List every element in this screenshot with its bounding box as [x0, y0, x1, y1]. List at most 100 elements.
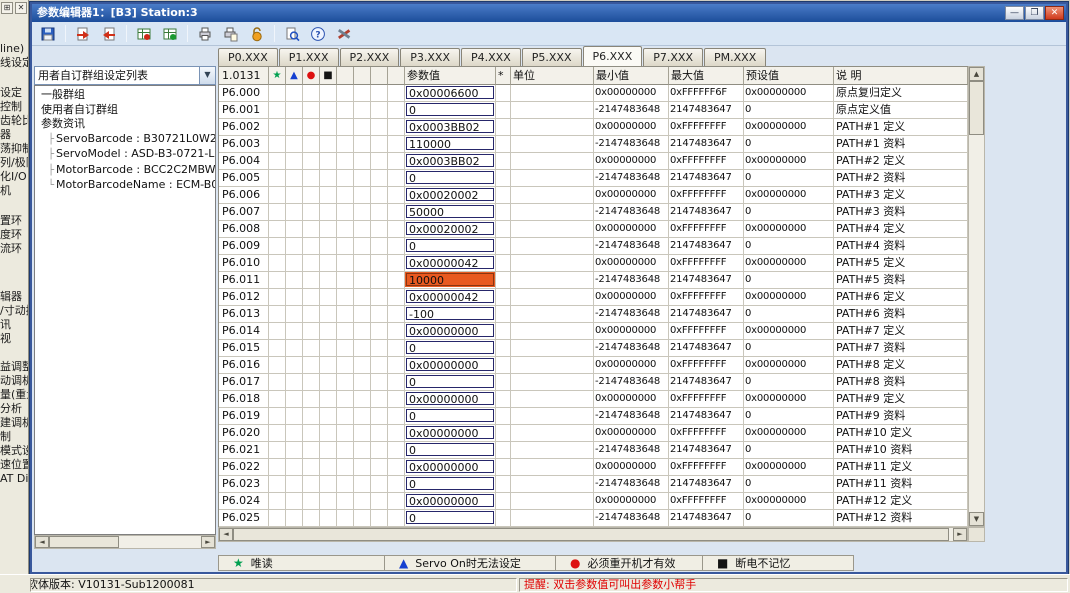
tab-p0.xxx[interactable]: P0.XXX: [218, 48, 278, 66]
param-value-input[interactable]: -100: [406, 307, 494, 320]
scrollbar-thumb[interactable]: [969, 81, 984, 135]
param-value-input[interactable]: 0: [406, 239, 494, 252]
tree-item[interactable]: ├MotorBarcode : BCC2C2MBW: [35, 163, 215, 179]
print-preview-icon[interactable]: [219, 23, 243, 44]
nav-item-fragment[interactable]: 度环: [0, 228, 28, 242]
tab-p1.xxx[interactable]: P1.XXX: [279, 48, 339, 66]
nav-item-fragment[interactable]: 视: [0, 332, 28, 346]
param-value-input[interactable]: 0x00000042: [406, 290, 494, 303]
nav-item-fragment[interactable]: 量(重量: [0, 388, 28, 402]
read-from-servo-icon[interactable]: [71, 23, 95, 44]
param-id-cell[interactable]: P6.002: [219, 119, 269, 136]
nav-item-fragment[interactable]: 分析: [0, 402, 28, 416]
tab-pm.xxx[interactable]: PM.XXX: [704, 48, 766, 66]
tab-p4.xxx[interactable]: P4.XXX: [461, 48, 521, 66]
scroll-left-icon[interactable]: ◄: [35, 536, 49, 548]
chevron-down-icon[interactable]: ▼: [199, 67, 215, 84]
nav-item-fragment[interactable]: 速位置控: [0, 458, 28, 472]
minimize-button[interactable]: —: [1005, 6, 1024, 20]
scroll-up-icon[interactable]: ▲: [969, 67, 984, 81]
param-id-cell[interactable]: P6.020: [219, 425, 269, 442]
tab-p7.xxx[interactable]: P7.XXX: [643, 48, 703, 66]
scrollbar-thumb[interactable]: [233, 528, 949, 541]
param-id-cell[interactable]: P6.005: [219, 170, 269, 187]
param-value-input[interactable]: 0x00020002: [406, 188, 494, 201]
param-value-input[interactable]: 0: [406, 409, 494, 422]
panel-close-icon[interactable]: ✕: [15, 2, 27, 14]
param-id-cell[interactable]: P6.016: [219, 357, 269, 374]
nav-item-fragment[interactable]: 控制: [0, 100, 28, 114]
nav-item-fragment[interactable]: /寸动控: [0, 304, 28, 318]
table-horizontal-scrollbar[interactable]: ◄ ►: [218, 527, 968, 542]
table-edit-green-icon[interactable]: [158, 23, 182, 44]
param-value-input[interactable]: 0: [406, 477, 494, 490]
nav-item-fragment[interactable]: 荡抑制: [0, 142, 28, 156]
param-value-input[interactable]: 0x00000000: [406, 426, 494, 439]
param-id-cell[interactable]: P6.011: [219, 272, 269, 289]
param-value-input[interactable]: 0x00000042: [406, 256, 494, 269]
param-id-cell[interactable]: P6.009: [219, 238, 269, 255]
scroll-right-icon[interactable]: ►: [953, 528, 967, 541]
param-value-input[interactable]: 0: [406, 341, 494, 354]
param-id-cell[interactable]: P6.014: [219, 323, 269, 340]
tree-item[interactable]: 参数资讯: [35, 117, 215, 132]
nav-item-fragment[interactable]: 动调机: [0, 374, 28, 388]
param-value-input[interactable]: 0x00000000: [406, 324, 494, 337]
find-document-icon[interactable]: [280, 23, 304, 44]
param-id-cell[interactable]: P6.000: [219, 85, 269, 102]
param-id-cell[interactable]: P6.018: [219, 391, 269, 408]
tab-p3.xxx[interactable]: P3.XXX: [400, 48, 460, 66]
panel-pin-icon[interactable]: ⊞: [1, 2, 13, 14]
param-id-cell[interactable]: P6.022: [219, 459, 269, 476]
param-id-cell[interactable]: P6.007: [219, 204, 269, 221]
tab-p5.xxx[interactable]: P5.XXX: [522, 48, 582, 66]
param-id-cell[interactable]: P6.012: [219, 289, 269, 306]
param-value-input[interactable]: 0: [406, 103, 494, 116]
tree-item[interactable]: ├ServoModel : ASD-B3-0721-L: [35, 147, 215, 163]
nav-item-fragment[interactable]: 益调整: [0, 360, 28, 374]
tree-item[interactable]: 使用者自订群组: [35, 103, 215, 118]
scrollbar-track[interactable]: [119, 536, 201, 548]
param-id-cell[interactable]: P6.003: [219, 136, 269, 153]
param-value-input[interactable]: 0x00000000: [406, 392, 494, 405]
scroll-down-icon[interactable]: ▼: [969, 512, 984, 526]
param-value-input[interactable]: 0x0003BB02: [406, 120, 494, 133]
help-icon[interactable]: ?: [306, 23, 330, 44]
nav-item-fragment[interactable]: 建调机: [0, 416, 28, 430]
table-edit-red-icon[interactable]: [132, 23, 156, 44]
param-id-cell[interactable]: P6.017: [219, 374, 269, 391]
scroll-right-icon[interactable]: ►: [201, 536, 215, 548]
param-id-cell[interactable]: P6.013: [219, 306, 269, 323]
param-value-input[interactable]: 0: [406, 171, 494, 184]
nav-item-fragment[interactable]: 制: [0, 430, 28, 444]
tree-item[interactable]: └MotorBarcodeName : ECM-B0: [35, 178, 215, 194]
param-value-input[interactable]: 0x0003BB02: [406, 154, 494, 167]
titlebar[interactable]: 参数编辑器1：[B3] Station:3 — ❐ ✕: [32, 4, 1066, 22]
unlock-icon[interactable]: [245, 23, 269, 44]
param-id-cell[interactable]: P6.025: [219, 510, 269, 527]
param-value-input[interactable]: 0: [406, 511, 494, 524]
nav-item-fragment[interactable]: 模式设: [0, 444, 28, 458]
nav-item-fragment[interactable]: 线设定: [0, 56, 28, 70]
tree-item[interactable]: ├ServoBarcode : B30721L0W2: [35, 132, 215, 148]
param-value-input[interactable]: 0x00000000: [406, 358, 494, 371]
nav-item-fragment[interactable]: 设定: [0, 86, 28, 100]
nav-item-fragment[interactable]: 讯: [0, 318, 28, 332]
param-value-input[interactable]: 110000: [406, 137, 494, 150]
param-id-cell[interactable]: P6.001: [219, 102, 269, 119]
param-value-input[interactable]: 0x00000000: [406, 460, 494, 473]
tab-p2.xxx[interactable]: P2.XXX: [340, 48, 400, 66]
nav-item-fragment[interactable]: AT Diagr: [0, 472, 28, 486]
param-id-cell[interactable]: P6.019: [219, 408, 269, 425]
nav-item-fragment[interactable]: 机: [0, 184, 28, 198]
param-id-cell[interactable]: P6.024: [219, 493, 269, 510]
nav-item-fragment[interactable]: 器: [0, 128, 28, 142]
param-value-input[interactable]: 50000: [406, 205, 494, 218]
param-id-cell[interactable]: P6.006: [219, 187, 269, 204]
nav-item-fragment[interactable]: 流环: [0, 242, 28, 256]
close-button[interactable]: ✕: [1045, 6, 1064, 20]
nav-item-fragment[interactable]: 辑器: [0, 290, 28, 304]
scrollbar-track[interactable]: [969, 135, 984, 512]
nav-item-fragment[interactable]: 齿轮比: [0, 114, 28, 128]
tree-item[interactable]: 一般群组: [35, 88, 215, 103]
